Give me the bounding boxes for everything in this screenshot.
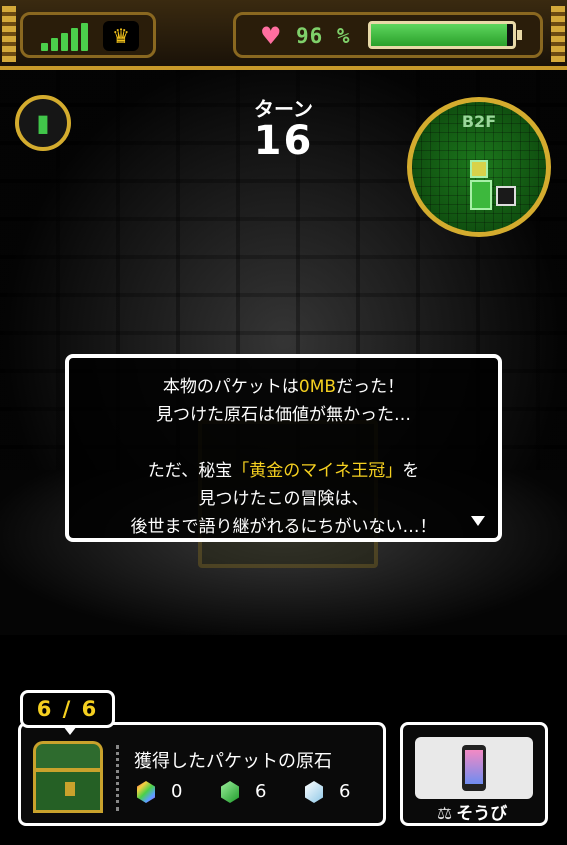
gem-inventory-panel[interactable]: 獲得したパケットの原石 0 6 6: [18, 722, 386, 826]
continue-arrow-icon: [471, 516, 485, 526]
smartphone-icon: [462, 745, 486, 791]
treasure-chest-icon: [33, 741, 103, 813]
gem-inventory-title: 獲得したパケットの原石: [134, 751, 332, 772]
floor-label: B2F: [461, 112, 497, 131]
message-dialog[interactable]: 本物のパケットは0MBだった！ 見つけた原石は価値が無かった… ただ、秘宝「黄金…: [65, 354, 502, 542]
dialog-line: 見つけたこの冒険は、: [198, 489, 369, 509]
blue-gem-icon: [305, 781, 323, 803]
inventory-count-badge: 6 / 6: [20, 690, 115, 735]
minimap-unexplored-room: [496, 186, 516, 206]
blue-gem-count: 6: [339, 781, 351, 802]
minimap-room: [470, 180, 492, 210]
equipment-button[interactable]: ⚖ そうび: [400, 722, 548, 826]
dialog-line: 本物のパケットは0MBだった！: [162, 377, 405, 397]
minimap-current-room: [470, 160, 488, 178]
minimap[interactable]: B2F: [407, 97, 551, 237]
divider: [116, 745, 122, 811]
health-bar: [368, 21, 522, 49]
scale-icon: ⚖: [437, 804, 453, 824]
dialog-line: ただ、秘宝「黄金のマイネ王冠」を: [147, 461, 420, 481]
equipment-label: ⚖ そうび: [437, 804, 508, 824]
status-bar: ♛ ♥ 96 %: [0, 0, 567, 70]
dialog-line: 後世まで語り継がれるにちがいない…！: [130, 517, 437, 537]
heart-icon: ♥: [260, 22, 282, 50]
crown-icon[interactable]: ♛: [103, 21, 139, 51]
signal-bars-icon: [41, 23, 93, 51]
signal-panel: ♛: [20, 12, 156, 58]
right-ornament: [551, 6, 565, 62]
rainbow-gem-icon: [137, 781, 155, 803]
rainbow-gem-count: 0: [171, 781, 183, 802]
health-value: 96 %: [296, 24, 351, 48]
dialog-line: 見つけた原石は価値が無かった…: [156, 405, 411, 425]
health-panel: ♥ 96 %: [233, 12, 543, 58]
green-gem-count: 6: [255, 781, 267, 802]
green-gem-icon: [221, 781, 239, 803]
equipment-card: [415, 737, 533, 799]
left-ornament: [2, 6, 16, 62]
health-bar-fill: [371, 24, 508, 46]
